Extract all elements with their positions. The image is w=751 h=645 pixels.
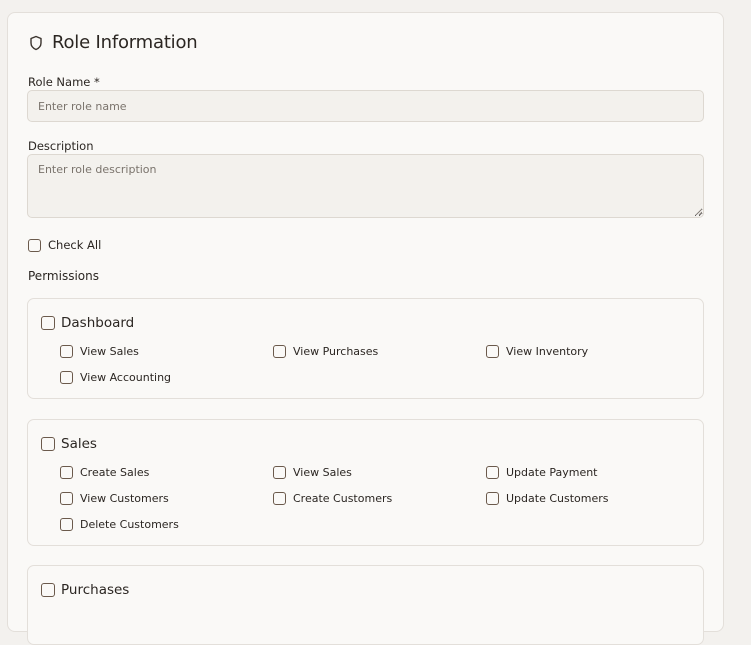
permission-item[interactable]: View Purchases [273,343,486,359]
permission-item[interactable]: Update Customers [486,490,686,506]
item-checkbox[interactable] [486,344,499,358]
permission-item[interactable]: Create Sales [60,464,273,480]
description-textarea[interactable] [27,154,704,218]
permission-label: Update Customers [506,491,609,505]
check-all-box[interactable] [28,238,41,252]
group-box[interactable] [41,437,55,451]
check-all-checkbox[interactable]: Check All [28,238,101,252]
check-all-label: Check All [48,238,102,252]
item-checkbox[interactable] [60,517,73,531]
group-title: Sales [61,436,97,452]
group-checkbox-sales[interactable]: Sales [41,436,97,452]
item-checkbox[interactable] [273,491,286,505]
permission-item[interactable]: View Sales [60,343,273,359]
group-checkbox-purchases[interactable]: Purchases [41,582,129,598]
permission-label: Update Payment [506,465,598,479]
item-checkbox[interactable] [273,465,286,479]
permission-label: View Sales [80,344,139,358]
permission-label: View Customers [80,491,169,505]
item-checkbox[interactable] [486,491,499,505]
permissions-heading: Permissions [28,269,99,283]
permission-label: View Sales [293,465,352,479]
role-information-card: Role Information Role Name * Description… [7,12,724,645]
group-title: Dashboard [61,315,135,331]
item-checkbox[interactable] [486,465,499,479]
permission-label: View Inventory [506,344,589,358]
permission-group-purchases: Purchases [27,565,704,645]
permission-item[interactable]: Delete Customers [60,516,273,532]
page-title: Role Information [52,32,198,53]
permission-items: View Sales View Purchases View Inventory… [60,343,686,385]
permission-item[interactable]: View Inventory [486,343,686,359]
group-checkbox-dashboard[interactable]: Dashboard [41,315,134,331]
permission-item[interactable]: View Accounting [60,369,273,385]
role-name-input[interactable] [27,90,704,122]
permission-label: Create Sales [80,465,150,479]
item-checkbox[interactable] [60,344,73,358]
group-box[interactable] [41,316,55,330]
permission-label: Create Customers [293,491,393,505]
permission-group-sales: Sales Create Sales View Sales Update Pay… [27,419,704,546]
role-name-label: Role Name * [28,75,100,89]
item-checkbox[interactable] [60,491,73,505]
permission-item[interactable]: View Sales [273,464,486,480]
permission-group-dashboard: Dashboard View Sales View Purchases View… [27,298,704,399]
permission-item[interactable]: View Customers [60,490,273,506]
permission-item[interactable]: Create Customers [273,490,486,506]
permission-item[interactable]: Update Payment [486,464,686,480]
card-header: Role Information [28,32,198,53]
group-title: Purchases [61,582,130,598]
shield-icon [30,35,42,50]
group-box[interactable] [41,583,55,597]
description-label: Description [28,139,94,153]
item-checkbox[interactable] [60,465,73,479]
permission-label: View Purchases [293,344,379,358]
permission-label: Delete Customers [80,517,179,531]
permission-label: View Accounting [80,370,172,384]
item-checkbox[interactable] [273,344,286,358]
permission-items: Create Sales View Sales Update Payment V… [60,464,686,532]
item-checkbox[interactable] [60,370,73,384]
